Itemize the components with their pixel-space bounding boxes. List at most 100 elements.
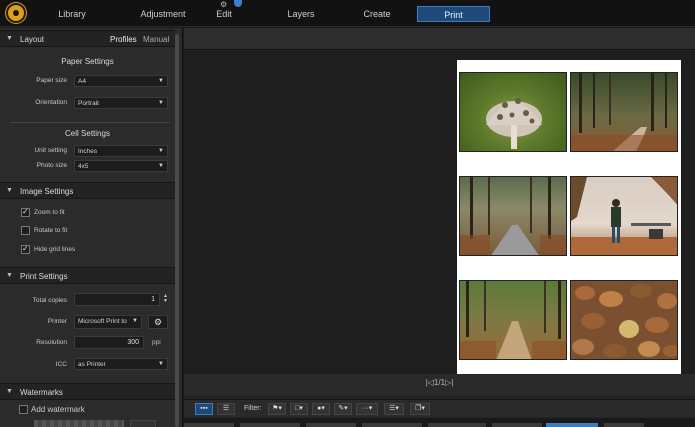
- copies-stepper-icon[interactable]: ▲ ▼: [163, 294, 168, 304]
- printer-settings-gear-icon[interactable]: ⚙: [148, 315, 168, 329]
- chevron-down-icon: ▼: [158, 78, 164, 84]
- zoom-to-fit-checkbox[interactable]: [21, 207, 30, 217]
- total-copies-label: Total copies: [32, 297, 67, 304]
- color-filter-icon[interactable]: ●▾: [312, 403, 330, 415]
- printer-dropdown[interactable]: Microsoft Print to ▼: [74, 315, 142, 329]
- photo-cell-forest-road[interactable]: [459, 176, 567, 256]
- person-in-park-image: [571, 177, 677, 255]
- print-preview-area: |◁1/1▷| ▪▪▪ ☰ Filter: ⚑▾ □▾ ●▾ ✎▾ ···▾ ☰…: [184, 28, 695, 427]
- print-settings-section-header[interactable]: ▼ Print Settings: [0, 267, 175, 284]
- total-copies-value: 1: [151, 296, 155, 303]
- rotate-to-fit-checkbox[interactable]: [21, 226, 30, 235]
- tab-library[interactable]: Library: [32, 6, 112, 22]
- collapse-arrow-icon[interactable]: ▼: [6, 272, 13, 279]
- resolution-value: 300: [127, 339, 139, 346]
- watermark-option-box[interactable]: [130, 420, 156, 427]
- filmstrip-thumb[interactable]: [240, 423, 300, 427]
- layout-section-header[interactable]: ▼ Layout Profiles Manual: [0, 30, 175, 47]
- watermarks-section-header[interactable]: ▼ Watermarks: [0, 383, 175, 400]
- filmstrip-thumb[interactable]: [604, 423, 644, 427]
- photo-cell-forest-path-1[interactable]: [570, 72, 678, 152]
- manual-toggle[interactable]: Manual: [143, 35, 169, 44]
- filmstrip-toolbar: ▪▪▪ ☰ Filter: ⚑▾ □▾ ●▾ ✎▾ ···▾ ☰▾ ❐▾: [184, 399, 695, 417]
- filmstrip-view-icon[interactable]: ▪▪▪: [195, 403, 213, 415]
- paper-size-value: A4: [78, 77, 86, 85]
- pen-filter-icon[interactable]: ✎▾: [334, 403, 352, 415]
- collapse-arrow-icon[interactable]: ▼: [6, 388, 13, 395]
- more-filter-icon[interactable]: ···▾: [356, 403, 378, 415]
- photo-cell-mushroom[interactable]: [459, 72, 567, 152]
- settings-panel: ▼ Layout Profiles Manual Paper Settings …: [0, 28, 183, 427]
- mushroom-image: [486, 98, 542, 149]
- filmstrip-thumb[interactable]: [362, 423, 422, 427]
- forest-road-image: [460, 177, 566, 255]
- collapse-arrow-icon[interactable]: ▼: [6, 187, 13, 194]
- unit-setting-label: Unit setting: [34, 147, 67, 154]
- icc-label: ICC: [55, 361, 67, 368]
- icc-value: as Printer: [78, 360, 106, 368]
- resolution-input[interactable]: 300: [74, 336, 144, 349]
- filmstrip: [184, 418, 695, 427]
- watermark-preview: [34, 420, 124, 427]
- cell-settings-title: Cell Settings: [65, 129, 110, 138]
- divider: [10, 122, 170, 123]
- rotate-to-fit-label: Rotate to fit: [34, 227, 68, 234]
- printer-label: Printer: [47, 318, 67, 325]
- app-window: ⚙ Library Adjustment Edit Layers Create …: [0, 0, 695, 427]
- resolution-unit: ppi: [152, 339, 161, 346]
- icc-dropdown[interactable]: as Printer ▼: [74, 358, 168, 370]
- chevron-down-icon: ▼: [158, 163, 164, 169]
- chevron-down-icon: ▼: [158, 100, 164, 106]
- photo-cell-person-in-park[interactable]: [570, 176, 678, 256]
- layout-title: Layout: [20, 35, 45, 44]
- photo-cell-autumn-leaves[interactable]: [570, 280, 678, 360]
- collapse-arrow-icon[interactable]: ▼: [6, 35, 13, 42]
- tab-create[interactable]: Create: [332, 6, 422, 22]
- forest-path-image: [571, 73, 677, 151]
- watermarks-title: Watermarks: [20, 388, 63, 397]
- panel-scrollbar[interactable]: [175, 34, 179, 427]
- total-copies-input[interactable]: 1: [74, 293, 160, 306]
- orientation-label: Orientation: [35, 99, 67, 106]
- app-logo-icon: [6, 3, 26, 23]
- zoom-to-fit-label: Zoom to fit: [34, 209, 65, 216]
- leaf-path-image: [460, 281, 566, 359]
- tab-edit[interactable]: Edit: [182, 6, 266, 22]
- printer-value: Microsoft Print to: [78, 317, 127, 325]
- photo-cell-leaf-path[interactable]: [459, 280, 567, 360]
- frame-filter-icon[interactable]: □▾: [290, 403, 308, 415]
- chevron-down-icon: ▼: [132, 318, 138, 324]
- photo-size-dropdown[interactable]: 4x5 ▼: [74, 160, 168, 172]
- paper-size-dropdown[interactable]: A4 ▼: [74, 75, 168, 87]
- image-settings-section-header[interactable]: ▼ Image Settings: [0, 182, 175, 199]
- page-navigator[interactable]: |◁1/1▷|: [184, 378, 695, 394]
- profiles-toggle[interactable]: Profiles: [110, 35, 137, 44]
- filmstrip-thumb[interactable]: [492, 423, 542, 427]
- filmstrip-thumb[interactable]: [184, 423, 234, 427]
- filmstrip-thumb[interactable]: [428, 423, 486, 427]
- add-watermark-checkbox[interactable]: [19, 405, 28, 414]
- print-page: [457, 60, 681, 374]
- orientation-dropdown[interactable]: Portrait ▼: [74, 97, 168, 109]
- copy-icon[interactable]: ❐▾: [410, 403, 430, 415]
- hide-grid-lines-checkbox[interactable]: [21, 244, 30, 254]
- image-settings-title: Image Settings: [20, 187, 74, 196]
- paper-settings-title: Paper Settings: [61, 57, 114, 66]
- unit-setting-value: Inches: [78, 147, 98, 155]
- flag-filter-icon[interactable]: ⚑▾: [268, 403, 286, 415]
- add-watermark-label: Add watermark: [31, 405, 85, 414]
- autumn-leaves-image: [572, 284, 677, 358]
- list-view-icon[interactable]: ☰: [217, 403, 235, 415]
- unit-setting-dropdown[interactable]: Inches ▼: [74, 145, 168, 157]
- paper-size-label: Paper size: [36, 77, 67, 84]
- filmstrip-thumb[interactable]: [306, 423, 356, 427]
- sort-icon[interactable]: ☰▾: [384, 403, 404, 415]
- orientation-value: Portrait: [78, 99, 99, 107]
- hide-grid-lines-label: Hide grid lines: [34, 246, 76, 253]
- filmstrip-thumb-selected[interactable]: [546, 423, 598, 427]
- filter-label: Filter:: [244, 405, 262, 412]
- tab-print[interactable]: Print: [417, 6, 490, 22]
- top-bar: ⚙ Library Adjustment Edit Layers Create …: [0, 0, 695, 27]
- photo-size-value: 4x5: [78, 162, 89, 170]
- print-settings-title: Print Settings: [20, 272, 68, 281]
